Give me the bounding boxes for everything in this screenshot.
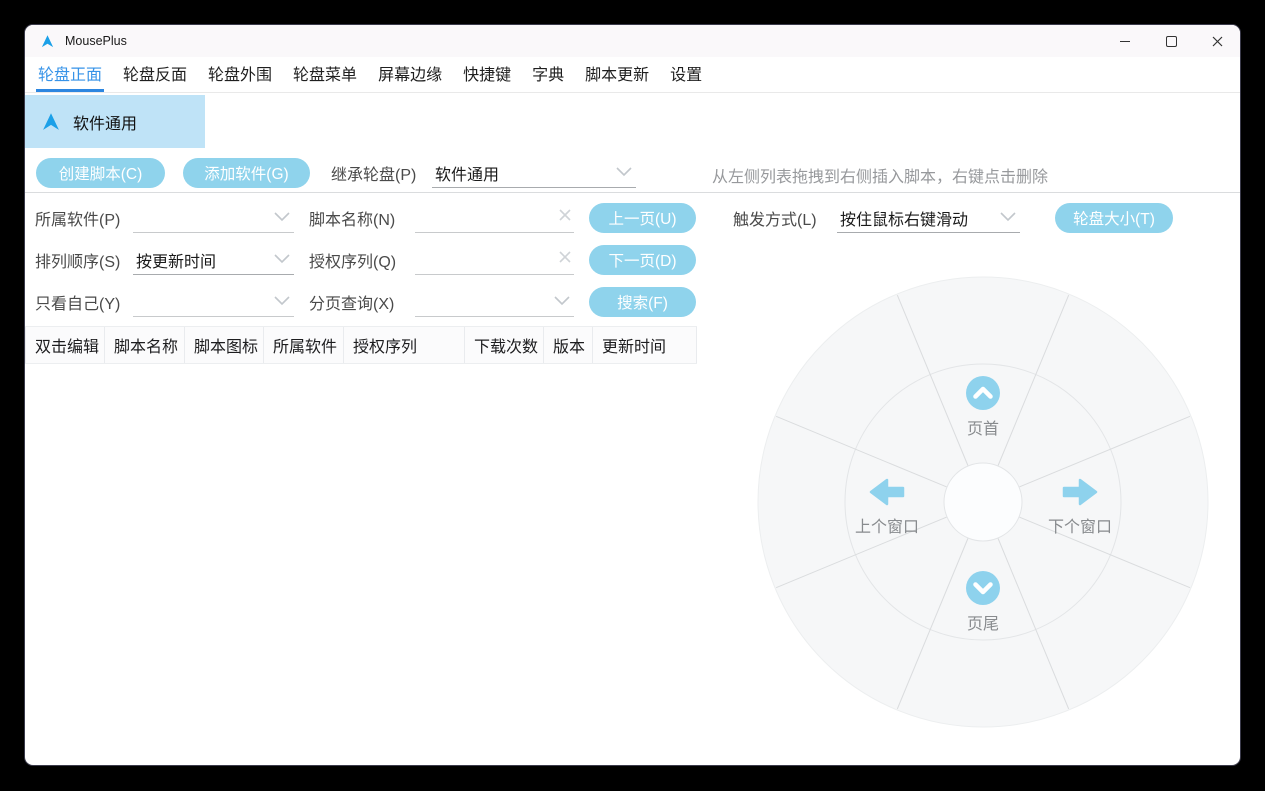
page-query-select[interactable] [415, 287, 574, 317]
maximize-icon [1165, 35, 1177, 47]
wheel-item-top[interactable]: 页首 [933, 376, 1033, 439]
chevron-down-icon [274, 251, 290, 269]
col-download-count[interactable]: 下载次数 [465, 327, 544, 363]
col-auth-serial[interactable]: 授权序列 [344, 327, 465, 363]
wheel-item-label: 下个窗口 [1047, 519, 1112, 536]
arrow-left-icon [869, 478, 905, 506]
arrow-right-icon [1062, 478, 1098, 506]
tab-dictionary[interactable]: 字典 [530, 57, 566, 92]
chevron-up-circle-icon [966, 376, 1000, 410]
wheel-rings [757, 276, 1209, 728]
inherit-wheel-select[interactable]: 软件通用 [432, 158, 636, 188]
maximize-button[interactable] [1148, 25, 1194, 57]
col-version[interactable]: 版本 [544, 327, 593, 363]
tab-wheel-back[interactable]: 轮盘反面 [121, 57, 189, 92]
tab-wheel-outer[interactable]: 轮盘外围 [206, 57, 274, 92]
clear-icon[interactable] [558, 208, 572, 227]
wheel-item-label: 上个窗口 [854, 519, 919, 536]
arrow-cursor-icon [41, 112, 61, 132]
app-logo-icon [40, 34, 55, 49]
clear-icon[interactable] [558, 250, 572, 269]
chevron-down-icon [616, 164, 632, 182]
wheel-item-right[interactable]: 下个窗口 [1030, 476, 1130, 537]
tab-hotkeys[interactable]: 快捷键 [461, 57, 513, 92]
minimize-icon [1120, 40, 1130, 42]
only-mine-select[interactable] [133, 287, 294, 317]
script-table-header: 双击编辑 脚本名称 脚本图标 所属软件 授权序列 下载次数 版本 更新时间 [25, 326, 697, 364]
add-software-button[interactable]: 添加软件(G) [183, 158, 310, 188]
chevron-down-icon [274, 209, 290, 227]
col-double-click-edit[interactable]: 双击编辑 [25, 327, 105, 363]
category-card-selected[interactable]: 软件通用 [25, 95, 205, 148]
category-label: 软件通用 [73, 115, 138, 133]
toolbar-divider [25, 192, 1240, 193]
tab-wheel-menu[interactable]: 轮盘菜单 [291, 57, 359, 92]
window-controls [1102, 25, 1240, 57]
create-script-button[interactable]: 创建脚本(C) [36, 158, 165, 188]
auth-serial-label: 授权序列(Q) [309, 254, 397, 271]
owner-software-label: 所属软件(P) [35, 212, 121, 229]
search-button[interactable]: 搜索(F) [589, 287, 696, 317]
col-script-name[interactable]: 脚本名称 [105, 327, 185, 363]
tab-settings[interactable]: 设置 [668, 57, 704, 92]
window-title: MousePlus [65, 34, 127, 48]
chevron-down-circle-icon [966, 571, 1000, 605]
page-query-label: 分页查询(X) [309, 296, 395, 313]
chevron-down-icon [1000, 209, 1016, 227]
trigger-mode-select[interactable]: 按住鼠标右键滑动 [837, 203, 1020, 233]
inherit-wheel-value: 软件通用 [435, 166, 500, 184]
drag-hint-text: 从左侧列表拖拽到右侧插入脚本，右键点击删除 [712, 169, 1049, 186]
wheel-size-button[interactable]: 轮盘大小(T) [1055, 203, 1173, 233]
close-button[interactable] [1194, 25, 1240, 57]
tab-wheel-front[interactable]: 轮盘正面 [36, 57, 105, 92]
close-icon [1212, 36, 1222, 46]
mouseplus-window: MousePlus 轮盘正面 轮盘反面 轮盘外围 轮盘菜单 屏幕边缘 快捷键 字… [25, 25, 1240, 765]
trigger-mode-value: 按住鼠标右键滑动 [840, 211, 969, 229]
wheel-item-label: 页首 [966, 421, 999, 438]
trigger-mode-label: 触发方式(L) [733, 212, 817, 229]
chevron-down-icon [554, 293, 570, 311]
only-mine-label: 只看自己(Y) [35, 296, 121, 313]
col-update-time[interactable]: 更新时间 [593, 327, 697, 363]
next-page-button[interactable]: 下一页(D) [589, 245, 696, 275]
wheel-item-bottom[interactable]: 页尾 [933, 571, 1033, 634]
minimize-button[interactable] [1102, 25, 1148, 57]
sort-order-select[interactable]: 按更新时间 [133, 245, 294, 275]
prev-page-button[interactable]: 上一页(U) [589, 203, 696, 233]
script-name-label: 脚本名称(N) [309, 212, 396, 229]
tab-script-update[interactable]: 脚本更新 [583, 57, 651, 92]
main-tabbar: 轮盘正面 轮盘反面 轮盘外围 轮盘菜单 屏幕边缘 快捷键 字典 脚本更新 设置 [25, 57, 1240, 93]
titlebar: MousePlus [25, 25, 1240, 57]
wheel-item-label: 页尾 [966, 616, 999, 633]
chevron-down-icon [274, 293, 290, 311]
script-name-input[interactable] [415, 203, 574, 233]
auth-serial-input[interactable] [415, 245, 574, 275]
sort-order-value: 按更新时间 [136, 253, 217, 271]
sort-order-label: 排列顺序(S) [35, 254, 121, 271]
inherit-wheel-label: 继承轮盘(P) [331, 167, 417, 184]
tab-screen-edge[interactable]: 屏幕边缘 [376, 57, 444, 92]
col-owner-software[interactable]: 所属软件 [264, 327, 344, 363]
owner-software-select[interactable] [133, 203, 294, 233]
wheel-item-left[interactable]: 上个窗口 [837, 476, 937, 537]
wheel-preview: 页首 上个窗口 下个窗口 页尾 [757, 276, 1209, 728]
col-script-icon[interactable]: 脚本图标 [185, 327, 264, 363]
